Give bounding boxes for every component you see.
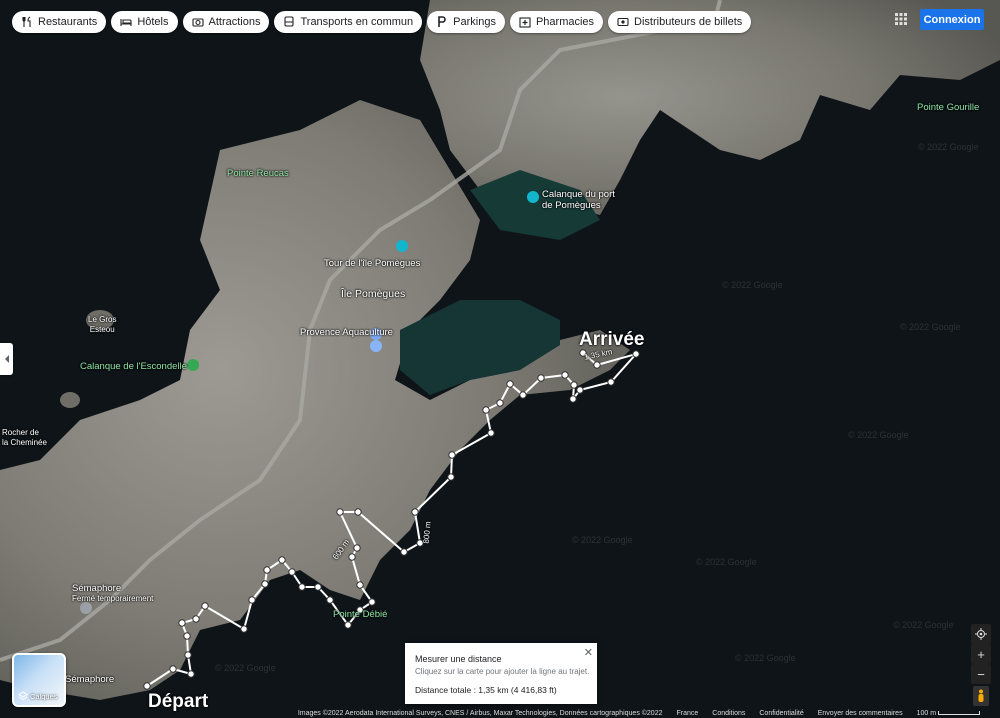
watermark: © 2022 Google	[572, 535, 633, 545]
chip-label: Distributeurs de billets	[634, 16, 743, 28]
calanque-pin-icon	[527, 191, 539, 203]
my-location-button[interactable]	[971, 624, 991, 644]
chip-label: Transports en commun	[300, 16, 414, 28]
watermark: © 2022 Google	[848, 430, 909, 440]
scale-label: 100 m	[916, 709, 937, 717]
measure-hint: Cliquez sur la carte pour ajouter la lig…	[415, 667, 590, 676]
label-rocher-cheminee[interactable]: Rocher de la Cheminée	[2, 428, 47, 448]
category-chips: Restaurants Hôtels Attractions Transport…	[12, 11, 752, 33]
camera-icon	[191, 18, 204, 27]
chip-atm[interactable]: Distributeurs de billets	[608, 11, 752, 33]
label-escondelle[interactable]: Calanque de l'Escondelle	[80, 361, 187, 372]
parking-icon	[438, 16, 446, 27]
watermark: © 2022 Google	[893, 620, 954, 630]
watermark: © 2022 Google	[696, 557, 757, 567]
chip-label: Restaurants	[38, 16, 98, 28]
watermark: © 2022 Google	[918, 142, 979, 152]
chip-transit[interactable]: Transports en commun	[274, 11, 423, 33]
pegman-icon	[978, 689, 984, 702]
atm-icon	[617, 17, 629, 27]
chip-label: Pharmacies	[535, 16, 595, 28]
pharmacy-icon	[519, 17, 531, 28]
chip-pharmacies[interactable]: Pharmacies	[509, 11, 604, 33]
label-semaphore-status: Fermé temporairement	[72, 594, 154, 603]
watermark: © 2022 Google	[735, 653, 796, 663]
apps-grid-icon[interactable]	[894, 12, 908, 26]
label-aquaculture[interactable]: Provence Aquaculture	[300, 327, 393, 338]
chip-label: Attractions	[208, 16, 261, 28]
terms-link[interactable]: Conditions	[712, 710, 745, 717]
target-icon	[975, 628, 987, 640]
chip-attractions[interactable]: Attractions	[182, 11, 270, 33]
chevron-left-icon	[4, 355, 9, 363]
bed-icon	[120, 19, 132, 26]
watermark: © 2022 Google	[722, 280, 783, 290]
chip-restaurants[interactable]: Restaurants	[12, 11, 107, 33]
close-icon[interactable]: ✕	[584, 646, 593, 659]
distance-label-800: 800 m	[421, 521, 433, 544]
label-gros-esteou[interactable]: Le Gros Esteou	[88, 315, 116, 335]
label-tour-ile[interactable]: Tour de l'île Pomègues	[324, 258, 420, 269]
measure-total: Distance totale : 1,35 km (4 416,83 ft)	[415, 685, 557, 695]
label-semaphore[interactable]: Sémaphore	[72, 583, 121, 594]
label-ile-pomegues[interactable]: Île Pomègues	[341, 288, 405, 300]
chip-label: Hôtels	[137, 16, 169, 28]
chip-label: Parkings	[453, 16, 496, 28]
layers-button[interactable]: Calques	[12, 653, 66, 707]
label-pointe-reucas[interactable]: Pointe Reucas	[227, 168, 289, 179]
minus-icon: −	[977, 666, 985, 682]
semaphore-pin-icon	[80, 602, 92, 614]
measure-title: Mesurer une distance	[415, 654, 502, 664]
plus-icon: +	[977, 646, 985, 662]
label-semaphore-2[interactable]: Sémaphore	[65, 674, 114, 685]
privacy-link[interactable]: Confidentialité	[759, 710, 803, 717]
bus-icon	[284, 16, 295, 27]
zoom-in-button[interactable]: +	[971, 644, 991, 664]
map-footer: Images ©2022 Aerodata International Surv…	[0, 708, 1000, 718]
chip-parkings[interactable]: Parkings	[427, 11, 505, 33]
watermark: © 2022 Google	[900, 322, 961, 332]
scale[interactable]: 100 m	[917, 710, 980, 717]
label-arrivee: Arrivée	[579, 329, 645, 350]
scale-bar	[938, 710, 980, 715]
layers-icon	[18, 691, 28, 701]
attribution: Images ©2022 Aerodata International Surv…	[297, 709, 663, 717]
zoom-out-button[interactable]: −	[971, 664, 991, 684]
measure-distance-panel: Mesurer une distance Cliquez sur la cart…	[405, 643, 597, 704]
country-link[interactable]: France	[677, 710, 699, 717]
watermark: © 2022 Google	[215, 663, 276, 673]
label-calanque-port[interactable]: Calanque du port de Pomègues	[542, 189, 615, 211]
layers-label: Calques	[30, 692, 58, 701]
signin-button[interactable]: Connexion	[920, 9, 984, 30]
street-view-button[interactable]	[973, 686, 989, 706]
label-pointe-debie[interactable]: Pointe Débié	[333, 609, 387, 620]
chip-hotels[interactable]: Hôtels	[111, 11, 178, 33]
satellite-map[interactable]	[0, 0, 1000, 718]
escondelle-pin-icon	[187, 359, 199, 371]
label-pointe-gourille[interactable]: Pointe Gourille	[917, 102, 979, 113]
tour-pin-icon	[396, 240, 408, 252]
fork-knife-icon	[22, 16, 31, 27]
feedback-link[interactable]: Envoyer des commentaires	[818, 710, 903, 717]
collapse-side-panel-button[interactable]	[0, 343, 13, 375]
